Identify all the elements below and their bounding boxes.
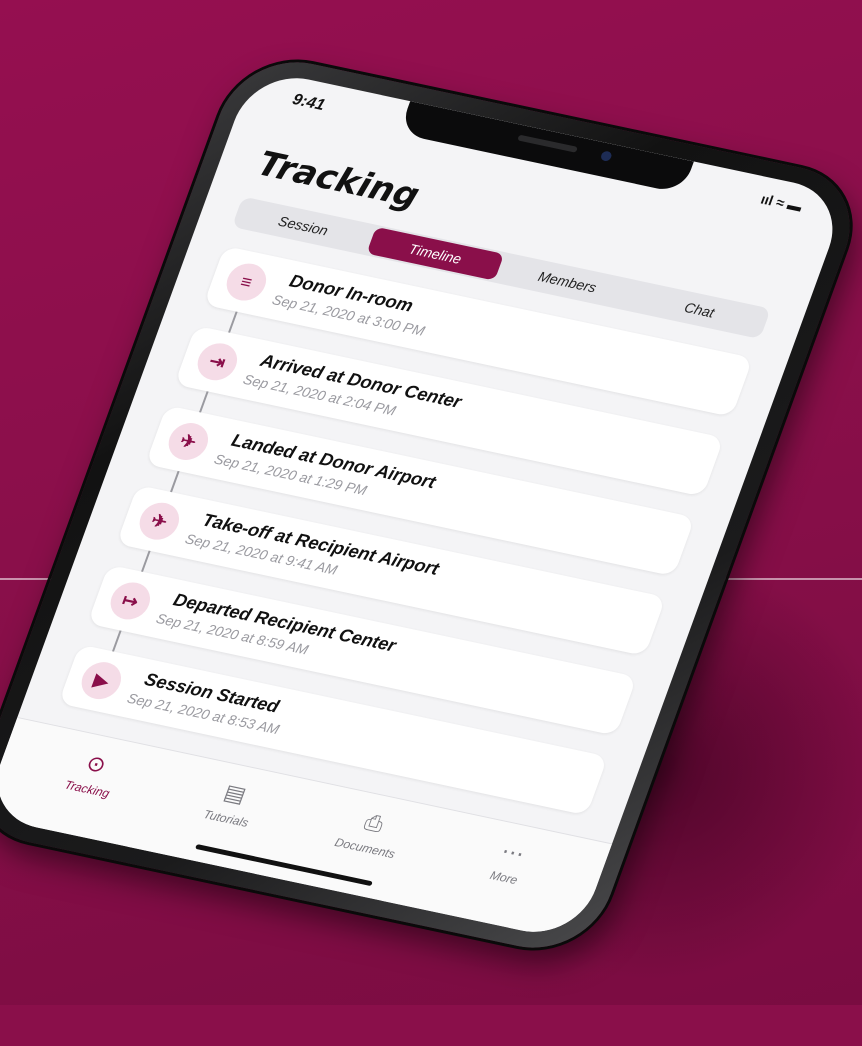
depart-icon: ↦	[105, 578, 156, 623]
play-icon: ▶	[76, 658, 127, 703]
timeline-connector	[112, 630, 122, 652]
tab-timeline[interactable]: Timeline	[366, 226, 505, 281]
arrive-icon: ⇥	[192, 339, 243, 384]
camera	[599, 150, 613, 162]
speaker	[517, 134, 578, 153]
status-time: 9:41	[289, 91, 328, 114]
landing-icon: ✈	[163, 419, 214, 464]
timeline-connector	[199, 391, 209, 413]
timeline-connector	[141, 550, 151, 572]
tab-chat[interactable]: Chat	[631, 283, 769, 337]
timeline-connector	[228, 311, 238, 333]
tab-session[interactable]: Session	[234, 199, 372, 253]
tab-members[interactable]: Members	[498, 255, 636, 309]
takeoff-icon: ✈	[134, 499, 185, 544]
status-icons: ııl ≈ ▬	[755, 190, 805, 215]
timeline-connector	[170, 470, 180, 493]
bed-icon: ≡	[221, 260, 272, 305]
